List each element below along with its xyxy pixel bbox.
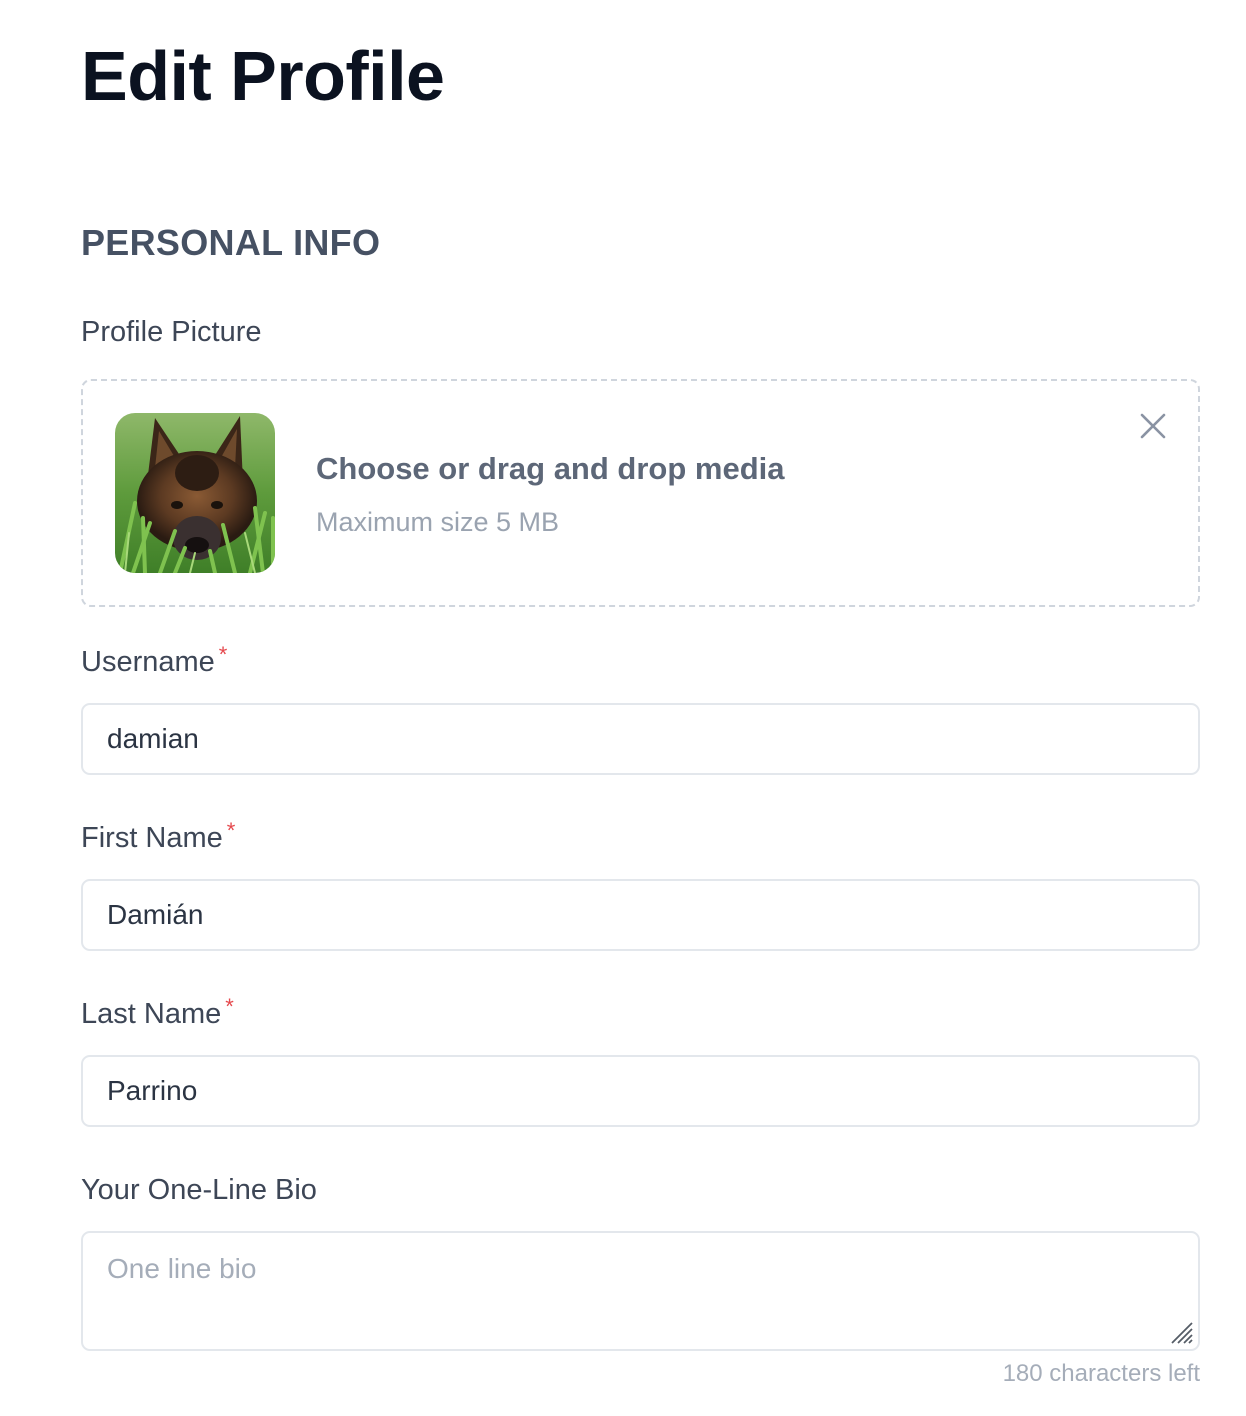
required-mark: * bbox=[226, 818, 236, 843]
first-name-value: Damián bbox=[107, 899, 204, 930]
first-name-label-text: First Name bbox=[81, 822, 223, 854]
required-mark: * bbox=[218, 642, 228, 667]
username-input[interactable]: damian bbox=[81, 703, 1200, 775]
remove-picture-button[interactable] bbox=[1138, 411, 1168, 441]
media-dropzone[interactable]: Choose or drag and drop media Maximum si… bbox=[81, 379, 1200, 607]
bio-label: Your One-Line Bio bbox=[81, 1174, 317, 1206]
bio-textarea[interactable]: One line bio bbox=[81, 1231, 1200, 1351]
edit-profile-page: Edit Profile PERSONAL INFO Profile Pictu… bbox=[0, 0, 1246, 1416]
last-name-label: Last Name * bbox=[81, 994, 234, 1031]
page-title: Edit Profile bbox=[81, 37, 445, 115]
profile-picture-label: Profile Picture bbox=[81, 316, 262, 348]
first-name-input[interactable]: Damián bbox=[81, 879, 1200, 951]
dropzone-subtitle: Maximum size 5 MB bbox=[316, 507, 560, 537]
bio-character-counter: 180 characters left bbox=[1002, 1360, 1200, 1387]
username-label-text: Username bbox=[81, 646, 215, 678]
first-name-label: First Name * bbox=[81, 818, 235, 855]
bio-placeholder: One line bio bbox=[107, 1253, 257, 1284]
dog-photo-icon bbox=[115, 413, 275, 573]
username-value: damian bbox=[107, 723, 199, 754]
dropzone-title: Choose or drag and drop media bbox=[316, 451, 785, 486]
close-icon bbox=[1140, 413, 1166, 439]
last-name-input[interactable]: Parrino bbox=[81, 1055, 1200, 1127]
last-name-value: Parrino bbox=[107, 1075, 198, 1106]
avatar bbox=[115, 413, 275, 573]
last-name-label-text: Last Name bbox=[81, 998, 222, 1030]
required-mark: * bbox=[225, 994, 234, 1019]
username-label: Username * bbox=[81, 642, 227, 679]
section-title-personal-info: PERSONAL INFO bbox=[81, 222, 381, 263]
resize-handle-icon[interactable] bbox=[1168, 1319, 1194, 1345]
